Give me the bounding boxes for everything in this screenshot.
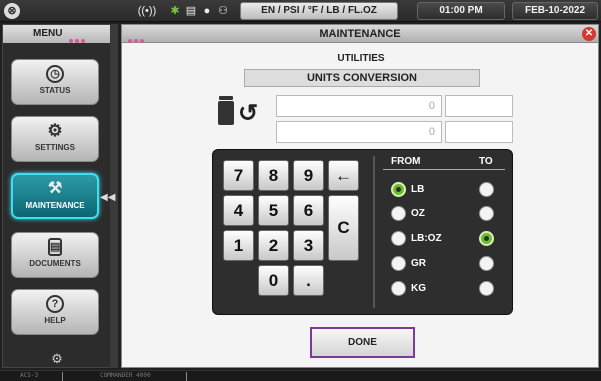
sidebar-item-label: MAINTENANCE xyxy=(25,201,85,210)
units-header-divider xyxy=(383,169,505,170)
unit-label-lb: LB xyxy=(411,184,425,195)
document-icon: ▤ xyxy=(48,238,62,256)
swap-icon[interactable]: ↺ xyxy=(238,101,258,127)
coffee-beans-icon: ● xyxy=(203,5,211,17)
sidebar-item-maintenance[interactable]: ⚒ MAINTENANCE xyxy=(11,173,99,219)
status-model-text: ACS-3 xyxy=(20,372,39,379)
tools-icon: ⚒ xyxy=(47,180,63,197)
sidebar-item-label: DOCUMENTS xyxy=(29,259,81,268)
date-display: FEB-10-2022 xyxy=(512,2,598,20)
sidebar-item-documents[interactable]: ▤ DOCUMENTS xyxy=(11,232,99,278)
key-7[interactable]: 7 xyxy=(223,160,254,191)
from-header: FROM xyxy=(391,156,421,167)
time-display: 01:00 PM xyxy=(417,2,505,20)
key-2[interactable]: 2 xyxy=(258,230,289,261)
collapse-arrow-icon[interactable]: ◀◀ xyxy=(100,192,115,203)
status-separator xyxy=(62,372,63,381)
input-value-field[interactable]: 0 xyxy=(276,95,442,117)
key-0[interactable]: 0 xyxy=(258,265,289,296)
input-unit-field xyxy=(445,95,513,117)
decimal-key[interactable]: . xyxy=(293,265,324,296)
weight-icon xyxy=(218,96,234,125)
to-header: TO xyxy=(479,156,493,167)
bottom-status-bar: ACS-3 COMMANDER 4000 xyxy=(0,370,601,381)
to-radio-kg[interactable] xyxy=(479,281,494,296)
user-group-icon: ⚇ xyxy=(218,5,228,17)
from-radio-lb[interactable] xyxy=(391,182,406,197)
key-6[interactable]: 6 xyxy=(293,195,324,226)
gear-icon: ⚙ xyxy=(47,121,63,140)
key-8[interactable]: 8 xyxy=(258,160,289,191)
help-icon: ? xyxy=(46,295,64,313)
menu-dots-icon xyxy=(69,32,87,43)
key-1[interactable]: 1 xyxy=(223,230,254,261)
status-separator xyxy=(186,372,187,381)
unit-label-gr: GR xyxy=(411,258,426,269)
units-selector-button[interactable]: EN / PSI / °F / LB / FL.OZ xyxy=(240,2,398,20)
panel-dots-icon xyxy=(128,31,146,49)
utilities-subtitle: UTILITIES xyxy=(337,53,385,64)
from-radio-gr[interactable] xyxy=(391,256,406,271)
output-unit-field xyxy=(445,121,513,143)
done-button[interactable]: DONE xyxy=(310,327,415,358)
menu-title: MENU xyxy=(33,28,63,39)
microscope-icon: ✱ xyxy=(170,5,180,17)
sidebar-item-help[interactable]: ? HELP xyxy=(11,289,99,335)
units-conversion-title: UNITS CONVERSION xyxy=(244,69,480,87)
to-radio-oz[interactable] xyxy=(479,206,494,221)
top-status-bar: ⊗ ((•)) ✱ ▤ ● ⚇ EN / PSI / °F / LB / FL.… xyxy=(0,0,601,22)
from-radio-lboz[interactable] xyxy=(391,231,406,246)
sidebar-menu: MENU ◷ STATUS ⚙ SETTINGS ⚒ MAINTENANCE ▤… xyxy=(2,24,112,368)
to-radio-lboz[interactable] xyxy=(479,231,494,246)
key-5[interactable]: 5 xyxy=(258,195,289,226)
wireless-icon: ((•)) xyxy=(137,5,157,17)
sidebar-item-label: HELP xyxy=(44,316,66,325)
logo-icon: ⊗ xyxy=(4,3,20,19)
clear-key[interactable]: C xyxy=(328,195,359,261)
key-3[interactable]: 3 xyxy=(293,230,324,261)
unit-label-kg: KG xyxy=(411,283,426,294)
to-radio-lb[interactable] xyxy=(479,182,494,197)
status-product-text: COMMANDER 4000 xyxy=(100,372,151,379)
close-icon[interactable]: ✕ xyxy=(582,27,596,41)
sidebar-item-label: STATUS xyxy=(39,86,71,95)
panel-header: MAINTENANCE ✕ xyxy=(122,25,598,43)
to-radio-gr[interactable] xyxy=(479,256,494,271)
maintenance-panel: MAINTENANCE ✕ UTILITIES UNITS CONVERSION… xyxy=(121,24,599,368)
backspace-key[interactable]: ← xyxy=(328,160,359,191)
unit-label-lboz: LB:OZ xyxy=(411,233,442,244)
sidebar-item-settings[interactable]: ⚙ SETTINGS xyxy=(11,116,99,162)
from-radio-oz[interactable] xyxy=(391,206,406,221)
sidebar-item-label: SETTINGS xyxy=(34,143,75,152)
settings-gear-icon[interactable]: ⚙ xyxy=(49,351,65,367)
from-radio-kg[interactable] xyxy=(391,281,406,296)
app-screen: ⊗ ((•)) ✱ ▤ ● ⚇ EN / PSI / °F / LB / FL.… xyxy=(0,0,601,381)
menu-header: MENU xyxy=(3,25,111,43)
sd-card-icon: ▤ xyxy=(185,5,197,17)
key-9[interactable]: 9 xyxy=(293,160,324,191)
keypad-divider xyxy=(373,156,375,308)
gauge-icon: ◷ xyxy=(46,65,64,83)
panel-title: MAINTENANCE xyxy=(319,28,401,40)
key-4[interactable]: 4 xyxy=(223,195,254,226)
sidebar-item-status[interactable]: ◷ STATUS xyxy=(11,59,99,105)
keypad-panel: 7 8 9 ← 4 5 6 C 1 2 3 0 . FROM TO LB OZ … xyxy=(212,149,513,315)
unit-label-oz: OZ xyxy=(411,208,425,219)
output-value-field: 0 xyxy=(276,121,442,143)
